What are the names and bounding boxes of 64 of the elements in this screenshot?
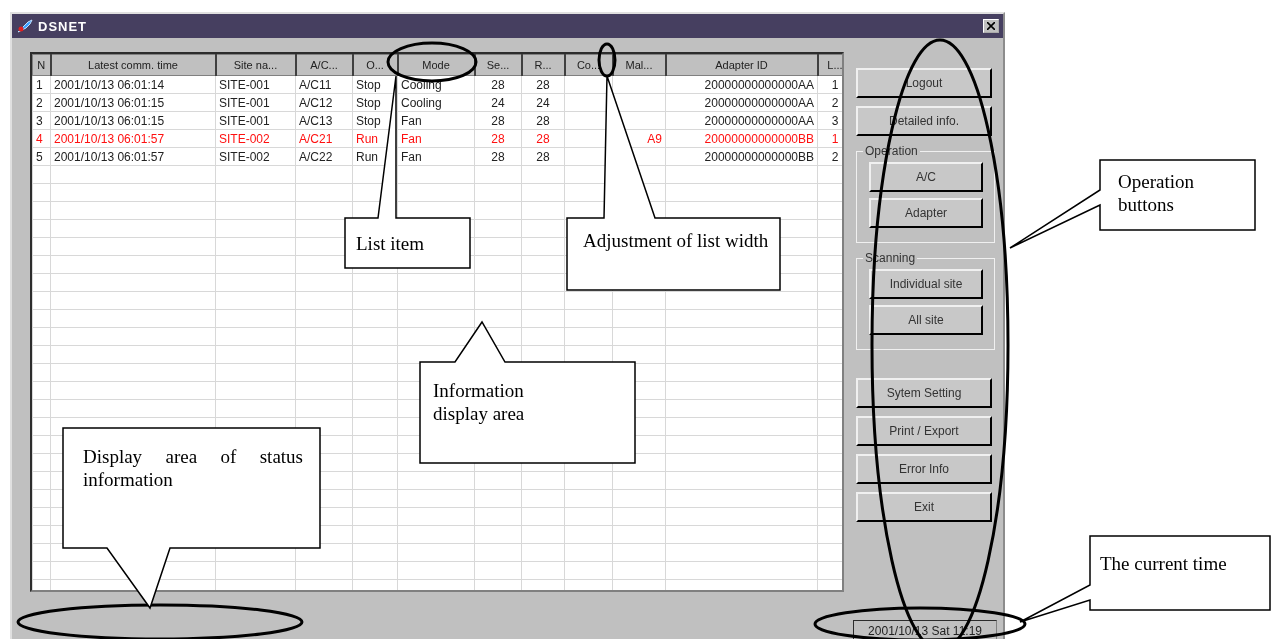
group-button[interactable]: All site — [869, 305, 984, 335]
callout-text: Adjustment of list width — [583, 229, 770, 252]
table-cell: 28 — [521, 129, 565, 148]
table-cell: 28 — [474, 129, 522, 148]
table-cell: 28 — [474, 75, 522, 94]
close-icon — [987, 22, 995, 30]
group-button[interactable]: Individual site — [869, 269, 984, 299]
table-cell: SITE-001 — [215, 75, 296, 94]
table-cell: 24 — [521, 93, 565, 112]
table-cell: A/C12 — [295, 93, 353, 112]
table-cell: 20000000000000BB — [665, 129, 818, 148]
column-header[interactable]: N — [32, 54, 51, 76]
column-header[interactable]: Adapter ID — [665, 54, 818, 76]
table-cell: SITE-002 — [215, 129, 296, 148]
group-button[interactable]: Adapter — [869, 198, 984, 228]
sidebar-button[interactable]: Sytem Setting — [856, 378, 993, 408]
column-header[interactable]: Mal... — [612, 54, 666, 76]
table-cell: A/C21 — [295, 129, 353, 148]
table-cell: 20000000000000BB — [665, 147, 818, 166]
table-cell: A/C13 — [295, 111, 353, 130]
table-cell: 4 — [32, 129, 51, 148]
table-cell: 28 — [474, 147, 522, 166]
sidebar-button[interactable]: Error Info — [856, 454, 993, 484]
table-cell: 20000000000000AA — [665, 75, 818, 94]
sidebar-button[interactable]: Exit — [856, 492, 993, 522]
column-header[interactable]: Site na... — [215, 54, 296, 76]
close-button[interactable] — [983, 19, 999, 33]
table-cell: A/C22 — [295, 147, 353, 166]
table-cell: 20000000000000AA — [665, 111, 818, 130]
column-header[interactable]: R... — [521, 54, 565, 76]
group-button[interactable]: A/C — [869, 162, 984, 192]
table-cell: 2001/10/13 06:01:57 — [50, 129, 216, 148]
callout-text: Information display area — [433, 379, 526, 425]
table-cell: 2 — [32, 93, 51, 112]
table-cell: 28 — [521, 111, 565, 130]
table-cell: 2001/10/13 06:01:15 — [50, 93, 216, 112]
table-cell: 28 — [521, 147, 565, 166]
window-title: DSNET — [38, 18, 89, 34]
column-header[interactable]: L... — [817, 54, 843, 76]
table-cell: 1 — [32, 75, 51, 94]
table-cell: 28 — [521, 75, 565, 94]
table-cell: 5 — [32, 147, 51, 166]
table-cell: 20000000000000AA — [665, 93, 818, 112]
sidebar-button[interactable]: Print / Export — [856, 416, 993, 446]
table-cell: 24 — [474, 93, 522, 112]
table-cell: SITE-001 — [215, 111, 296, 130]
column-header[interactable]: Se... — [474, 54, 522, 76]
callout-text: The current time — [1100, 552, 1228, 575]
callout-text: Operation buttons — [1118, 170, 1195, 216]
table-cell: 2001/10/13 06:01:14 — [50, 75, 216, 94]
callout-text: Display area of status information — [83, 445, 303, 491]
column-header[interactable]: Latest comm. time — [50, 54, 216, 76]
highlight-ellipse — [597, 42, 617, 78]
table-cell: A/C11 — [295, 75, 353, 94]
callout-text: List item — [356, 232, 426, 255]
table-cell: SITE-002 — [215, 147, 296, 166]
sidebar-button[interactable]: Logout — [856, 68, 993, 98]
column-header[interactable]: A/C... — [295, 54, 353, 76]
table-cell: 3 — [32, 111, 51, 130]
table-cell: 2001/10/13 06:01:15 — [50, 111, 216, 130]
table-cell: SITE-001 — [215, 93, 296, 112]
column-header[interactable]: Mode — [397, 54, 475, 76]
table-cell: 2001/10/13 06:01:57 — [50, 147, 216, 166]
table-cell: 28 — [474, 111, 522, 130]
